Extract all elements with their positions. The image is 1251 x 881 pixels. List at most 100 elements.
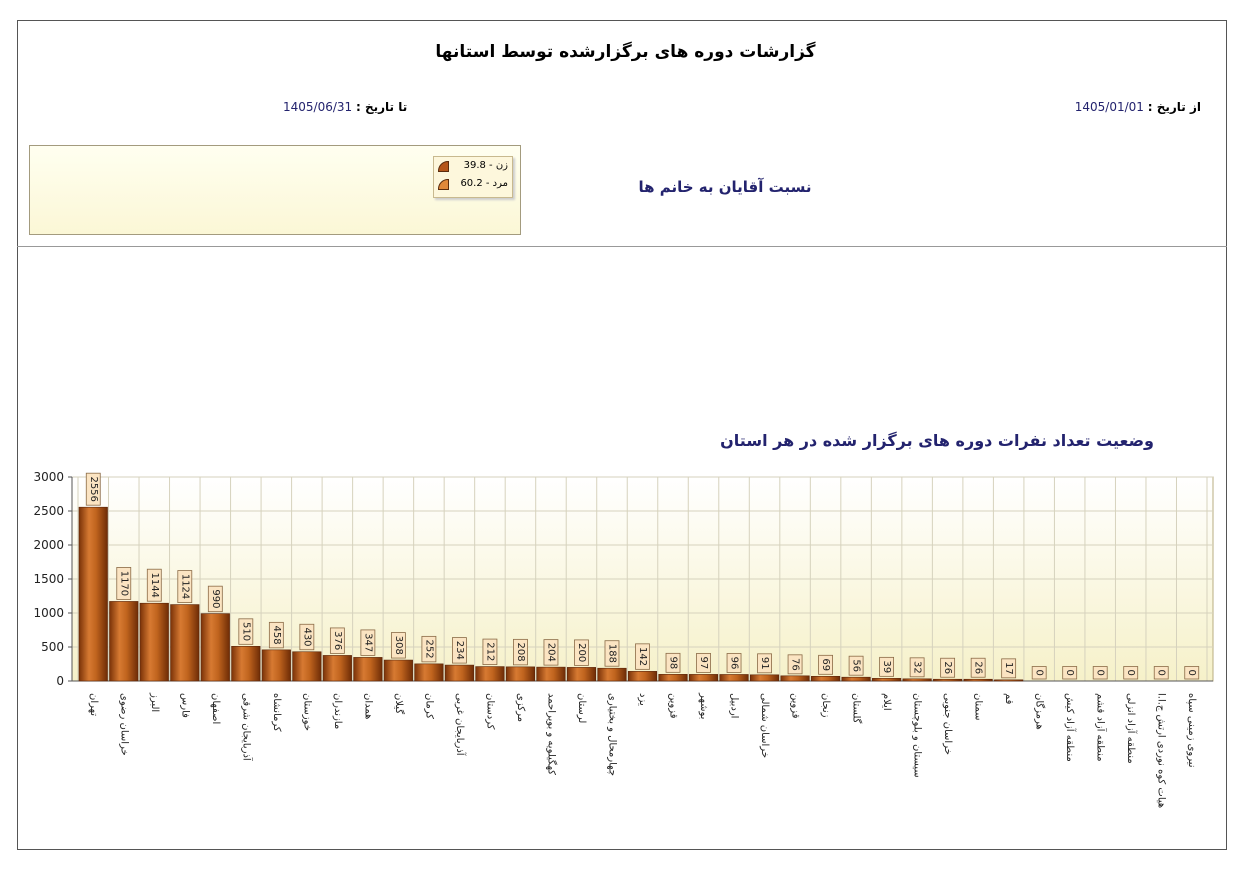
data-label: 32: [912, 661, 923, 674]
data-label: 208: [515, 643, 526, 662]
plot-area: 050010001500200025003000 2556تهران1170خرا…: [33, 470, 1214, 808]
data-label: 0: [1064, 670, 1075, 676]
category-label: کرمان: [423, 693, 434, 719]
category-label: خراسان جنوبی: [942, 693, 953, 755]
bar: [749, 674, 780, 682]
category-label: آذربایجان غربی: [454, 693, 467, 757]
bar: [688, 674, 719, 682]
category-label: مازندران: [332, 693, 343, 729]
bar: [505, 666, 536, 682]
category-label: کردستان: [484, 693, 495, 730]
category-label: سمنان: [973, 693, 984, 721]
data-label: 188: [606, 644, 617, 663]
data-label: 69: [820, 658, 831, 671]
data-label: 26: [942, 661, 953, 674]
category-label: خراسان رضوی: [118, 693, 129, 756]
bar: [414, 663, 444, 682]
category-label: منطقه آزاد کیش: [1064, 693, 1077, 762]
category-label: لرستان: [576, 693, 587, 723]
category-label: گلستان: [851, 693, 863, 724]
data-label: 97: [698, 657, 709, 670]
bar: [780, 675, 810, 682]
bar: [322, 655, 352, 682]
category-label: قزوین: [790, 693, 801, 719]
bar: [78, 506, 108, 682]
bar: [963, 678, 993, 682]
data-label: 430: [301, 627, 312, 646]
category-label: منطقه آزاد قشم: [1095, 693, 1108, 762]
bar: [475, 666, 505, 682]
bar: [536, 666, 566, 682]
data-label: 376: [332, 631, 343, 650]
y-tick-label: 1500: [33, 572, 64, 586]
category-label: مرکزی: [515, 693, 526, 722]
data-label: 308: [393, 636, 404, 655]
data-label: 142: [637, 647, 648, 666]
data-label: 234: [454, 641, 465, 660]
bar: [566, 667, 597, 682]
category-label: ایلام: [881, 693, 892, 711]
data-label: 26: [973, 661, 984, 674]
bar: [872, 678, 902, 682]
data-label: 17: [1003, 662, 1014, 675]
bar: [170, 604, 200, 682]
data-label: 39: [881, 660, 892, 673]
data-label: 200: [576, 643, 587, 662]
y-tick-label: 3000: [33, 470, 64, 484]
category-label: قزوین: [668, 693, 679, 719]
category-label: اردبیل: [729, 693, 740, 718]
bar: [444, 664, 474, 682]
y-tick-label: 2500: [33, 504, 64, 518]
y-tick-label: 500: [41, 640, 64, 654]
data-label: 76: [790, 658, 801, 671]
bar: [902, 678, 932, 682]
category-label: گیلان: [393, 693, 405, 714]
bar: [719, 674, 749, 682]
category-label: سیستان و بلوچستان: [912, 693, 923, 778]
data-label: 0: [1034, 670, 1045, 676]
data-label: 0: [1125, 670, 1136, 676]
y-tick-label: 1000: [33, 606, 64, 620]
bar: [994, 679, 1024, 682]
category-label: تهران: [88, 693, 99, 716]
category-label: فارس: [179, 693, 190, 718]
data-label: 2556: [88, 476, 99, 501]
bar: [811, 676, 841, 682]
bar: [139, 602, 169, 682]
data-label: 204: [545, 643, 556, 662]
bar: [383, 659, 413, 682]
category-label: قم: [1003, 693, 1014, 705]
bar: [109, 601, 139, 682]
bar: [658, 674, 688, 682]
bar: [627, 671, 658, 682]
category-label: همدان: [362, 693, 373, 719]
y-tick-label: 0: [56, 674, 64, 688]
bar: [597, 667, 627, 682]
data-label: 458: [271, 626, 282, 645]
data-label: 252: [423, 640, 434, 659]
category-label: منطقه آزاد انزلی: [1125, 693, 1138, 764]
category-label: خوزستان: [301, 693, 312, 731]
bar: [353, 657, 383, 682]
category-label: چهارمحال و بختیاری: [606, 693, 617, 776]
data-label: 98: [668, 656, 679, 669]
data-label: 1124: [179, 574, 190, 599]
category-label: بوشهر: [698, 692, 709, 719]
category-label: کرمانشاه: [271, 693, 282, 732]
bar: [200, 613, 230, 682]
data-label: 0: [1156, 670, 1167, 676]
data-label: 1170: [118, 571, 129, 596]
category-label: نیروی زمینی سپاه: [1186, 693, 1197, 768]
category-label: زنجان: [820, 693, 831, 718]
category-label: یزد: [637, 693, 648, 706]
data-label: 347: [362, 633, 373, 652]
data-label: 56: [851, 659, 862, 672]
category-label: هرمزگان: [1034, 693, 1046, 730]
bar: [292, 651, 322, 682]
category-label: کهگیلویه و بویراحمد: [545, 693, 557, 775]
data-label: 91: [759, 657, 770, 670]
data-label: 0: [1095, 670, 1106, 676]
category-label: هیات کوه نوردی ارتش ج.ا.ا: [1156, 693, 1167, 808]
data-label: 212: [484, 642, 495, 661]
category-label: البرز: [149, 692, 160, 712]
